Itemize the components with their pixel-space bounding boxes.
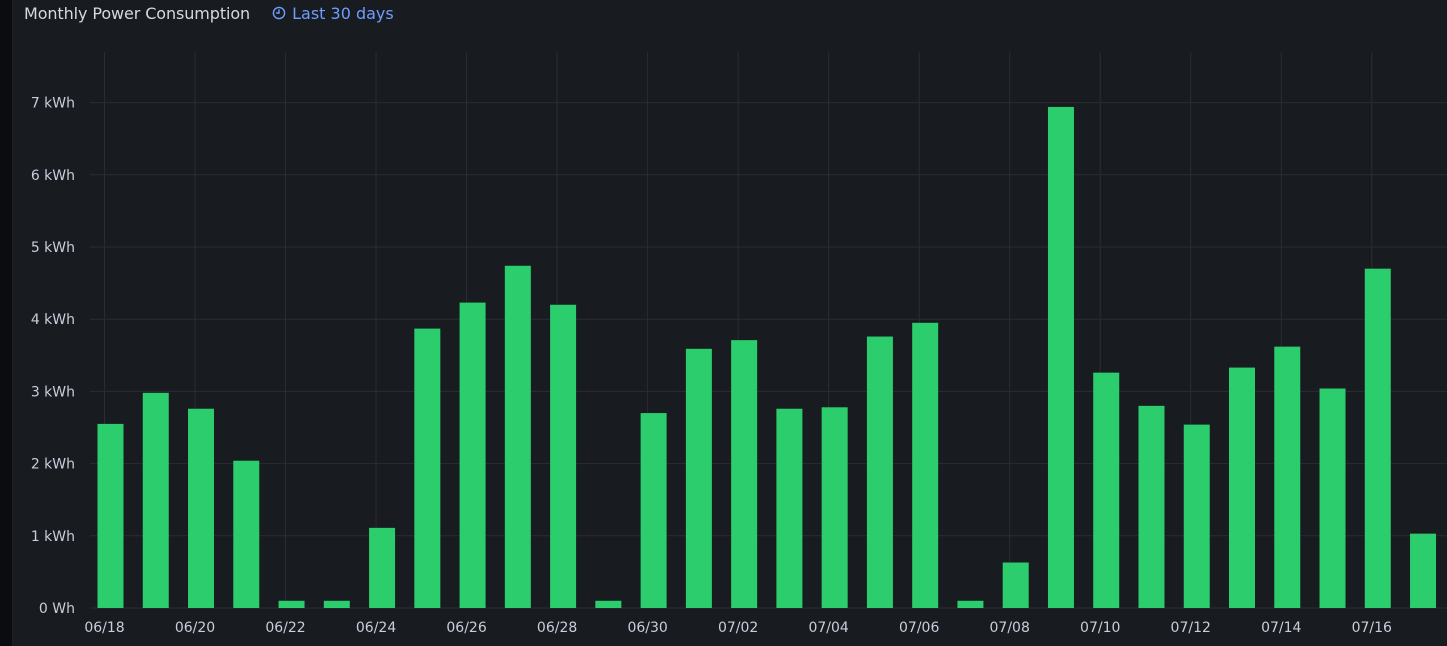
bar-06-24[interactable] <box>369 527 396 608</box>
bar-06-25[interactable] <box>414 328 441 608</box>
bar-06-19[interactable] <box>142 392 169 608</box>
x-tick-label: 07/12 <box>1171 620 1211 636</box>
x-tick-label: 06/28 <box>537 620 577 636</box>
x-tick-label: 07/08 <box>990 620 1030 636</box>
y-tick-label: 2 kWh <box>31 457 75 473</box>
bar-07-05[interactable] <box>866 336 893 608</box>
x-tick-label: 06/20 <box>175 620 215 636</box>
bar-07-10[interactable] <box>1093 372 1120 608</box>
bar-06-18[interactable] <box>97 423 124 608</box>
bar-06-20[interactable] <box>188 408 215 608</box>
y-tick-label: 3 kWh <box>31 384 75 400</box>
bar-07-17[interactable] <box>1410 533 1437 608</box>
bar-07-15[interactable] <box>1319 388 1346 608</box>
x-tick-label: 06/24 <box>356 620 396 636</box>
bar-07-12[interactable] <box>1183 424 1210 608</box>
x-tick-label: 07/02 <box>718 620 758 636</box>
bar-06-30[interactable] <box>640 413 667 608</box>
x-tick-label: 07/10 <box>1080 620 1120 636</box>
bar-06-27[interactable] <box>504 265 531 608</box>
bar-07-07[interactable] <box>957 600 984 608</box>
bar-07-02[interactable] <box>731 340 758 608</box>
y-tick-label: 4 kWh <box>31 312 75 328</box>
y-tick-label: 7 kWh <box>31 96 75 112</box>
x-tick-label: 07/04 <box>808 620 848 636</box>
bar-07-16[interactable] <box>1364 268 1391 608</box>
bar-06-28[interactable] <box>550 304 577 608</box>
bar-07-06[interactable] <box>912 322 939 608</box>
x-tick-label: 07/16 <box>1352 620 1392 636</box>
bar-07-01[interactable] <box>685 348 712 608</box>
bar-07-04[interactable] <box>821 407 848 608</box>
bar-06-22[interactable] <box>278 600 305 608</box>
y-tick-label: 5 kWh <box>31 240 75 256</box>
bar-06-23[interactable] <box>323 600 350 608</box>
y-tick-label: 1 kWh <box>31 529 75 545</box>
y-tick-label: 0 Wh <box>39 601 75 617</box>
bar-07-11[interactable] <box>1138 405 1165 608</box>
bar-06-29[interactable] <box>595 600 622 608</box>
bar-06-26[interactable] <box>459 302 486 608</box>
bar-06-21[interactable] <box>233 460 260 608</box>
bar-07-03[interactable] <box>776 408 803 608</box>
bar-chart: 0 Wh 1 kWh 2 kWh 3 kWh 4 kWh 5 kWh 6 kWh 7 kWh 0… <box>31 52 1447 636</box>
bar-07-08[interactable] <box>1002 562 1029 608</box>
x-tick-label: 06/30 <box>627 620 667 636</box>
bar-07-09[interactable] <box>1047 106 1074 608</box>
bar-07-13[interactable] <box>1229 367 1255 608</box>
x-tick-label: 06/18 <box>84 620 124 636</box>
x-tick-label: 07/14 <box>1261 620 1301 636</box>
x-tick-label: 06/26 <box>446 620 486 636</box>
x-tick-label: 06/22 <box>265 620 305 636</box>
bar-07-14[interactable] <box>1274 346 1301 608</box>
y-tick-label: 6 kWh <box>31 168 75 184</box>
x-tick-label: 07/06 <box>899 620 939 636</box>
